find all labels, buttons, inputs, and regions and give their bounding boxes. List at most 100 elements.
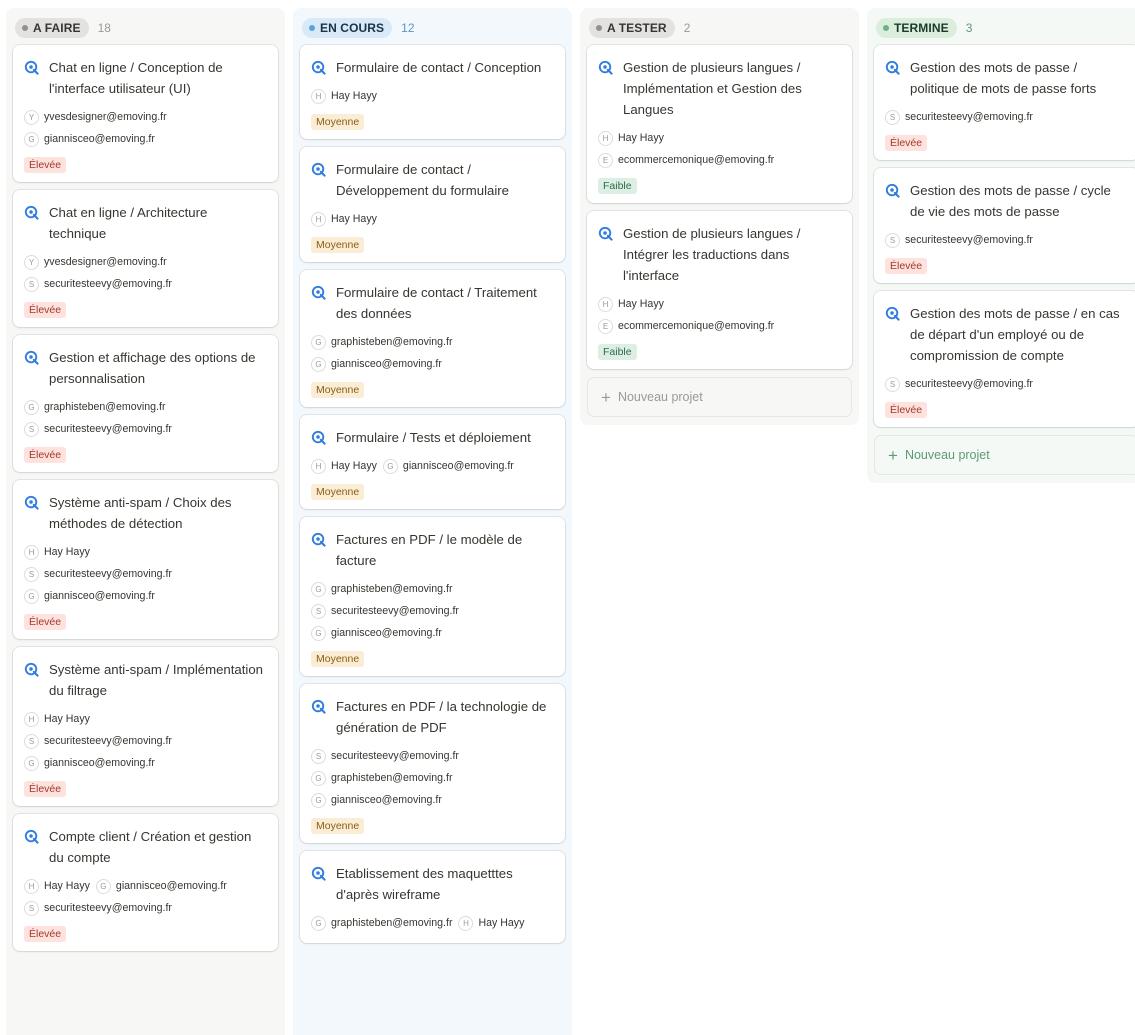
task-card[interactable]: Chat en ligne / Architecture technique Yy…: [13, 190, 278, 327]
task-card[interactable]: Formulaire de contact / Traitement des d…: [300, 270, 565, 407]
priority-wrap: Moyenne: [311, 107, 555, 130]
assignee[interactable]: H Hay Hayy: [311, 88, 377, 104]
card-title: Chat en ligne / Conception de l'interfac…: [24, 57, 268, 99]
new-project-button[interactable]: + Nouveau projet: [587, 377, 852, 417]
assignees: Ggraphisteben@emoving.fr Ssecuritesteevy@…: [24, 396, 268, 440]
column-header: A FAIRE 18: [13, 16, 278, 40]
card-title: Gestion de plusieurs langues / Implément…: [598, 57, 842, 120]
assignee[interactable]: Ggraphisteben@emoving.fr: [311, 915, 453, 931]
assignee[interactable]: Ggraphisteben@emoving.fr: [311, 334, 453, 350]
task-card[interactable]: Formulaire de contact / Conception H Hay H…: [300, 45, 565, 139]
assignee[interactable]: Ggraphisteben@emoving.fr: [311, 581, 453, 597]
task-card[interactable]: Système anti-spam / Choix des méthodes d…: [13, 480, 278, 639]
priority-badge: Élevée: [885, 402, 928, 418]
assignee[interactable]: H Hay Hayy: [458, 915, 524, 931]
assignee-row: Ssecuritesteevy@emoving.fr: [311, 745, 555, 767]
card-title: Formulaire / Tests et déploiement: [311, 427, 555, 448]
priority-wrap: Élevée: [24, 440, 268, 463]
assignee-name: securitesteevy@emoving.fr: [44, 568, 172, 580]
task-card[interactable]: Gestion de plusieurs langues / Implément…: [587, 45, 852, 203]
assignee[interactable]: Ggiannisceo@emoving.fr: [311, 356, 442, 372]
task-card[interactable]: Chat en ligne / Conception de l'interfac…: [13, 45, 278, 182]
assignee[interactable]: Ssecuritesteevy@emoving.fr: [885, 232, 1033, 248]
assignee[interactable]: Ssecuritesteevy@emoving.fr: [24, 566, 172, 582]
assignee[interactable]: Ssecuritesteevy@emoving.fr: [311, 748, 459, 764]
task-card[interactable]: Factures en PDF / la technologie de géné…: [300, 684, 565, 843]
assignee[interactable]: Eecommercemonique@emoving.fr: [598, 318, 774, 334]
assignee[interactable]: Ssecuritesteevy@emoving.fr: [885, 109, 1033, 125]
status-pill[interactable]: EN COURS: [302, 18, 393, 38]
assignee[interactable]: Ssecuritesteevy@emoving.fr: [24, 276, 172, 292]
assignee[interactable]: H Hay Hayy: [24, 544, 90, 560]
assignee[interactable]: Ggraphisteben@emoving.fr: [311, 770, 452, 786]
status-pill[interactable]: TERMINE: [876, 18, 957, 38]
assignee[interactable]: Ssecuritesteevy@emoving.fr: [885, 376, 1033, 392]
assignee[interactable]: H Hay Hayy: [311, 458, 377, 474]
card-title-text: Compte client / Création et gestion du c…: [49, 829, 252, 865]
assignee-name: ecommercemonique@emoving.fr: [618, 154, 775, 166]
avatar: G: [311, 356, 326, 372]
priority-badge: Moyenne: [311, 114, 365, 130]
assignee[interactable]: H Hay Hayy: [598, 296, 664, 312]
assignee[interactable]: Yyvesdesigner@emoving.fr: [24, 254, 167, 270]
assignee-name: giannisceo@emoving.fr: [331, 794, 442, 806]
assignee-name: graphisteben@emoving.fr: [331, 917, 453, 929]
assignee[interactable]: Eecommercemonique@emoving.fr: [598, 152, 775, 168]
priority-wrap: Moyenne: [311, 477, 555, 500]
card-count: 3: [965, 21, 973, 35]
card-title: Chat en ligne / Architecture technique: [24, 202, 268, 244]
task-card[interactable]: Gestion de plusieurs langues / Intégrer …: [587, 211, 852, 369]
status-pill[interactable]: A TESTER: [589, 18, 675, 38]
task-card[interactable]: Gestion et affichage des options de pers…: [13, 335, 278, 472]
avatar: G: [24, 399, 39, 415]
task-card[interactable]: Gestion des mots de passe / cycle de vie…: [874, 168, 1135, 283]
avatar: H: [24, 711, 39, 727]
assignee-name: Hay Hayy: [44, 713, 90, 725]
task-card[interactable]: Compte client / Création et gestion du c…: [13, 814, 278, 951]
target-icon: [311, 285, 326, 300]
avatar: G: [24, 131, 39, 147]
assignee[interactable]: Ssecuritesteevy@emoving.fr: [311, 603, 459, 619]
avatar: H: [458, 915, 474, 931]
assignee[interactable]: H Hay Hayy: [24, 878, 90, 894]
target-icon: [311, 866, 326, 881]
assignee[interactable]: H Hay Hayy: [311, 211, 377, 227]
assignee[interactable]: Ggiannisceo@emoving.fr: [95, 878, 227, 894]
task-card[interactable]: Gestion des mots de passe / politique de…: [874, 45, 1135, 160]
priority-badge: Élevée: [885, 258, 928, 274]
assignee-name: graphisteben@emoving.fr: [331, 583, 453, 595]
task-card[interactable]: Système anti-spam / Implémentation du fi…: [13, 647, 278, 806]
assignee-row: Ggraphisteben@emoving.fr: [311, 767, 555, 789]
assignee[interactable]: Ggiannisceo@emoving.fr: [382, 458, 514, 474]
task-card[interactable]: Formulaire de contact / Développement du…: [300, 147, 565, 262]
assignee[interactable]: Ggiannisceo@emoving.fr: [24, 755, 155, 771]
assignee[interactable]: H Hay Hayy: [598, 130, 664, 146]
assignee[interactable]: H Hay Hayy: [24, 711, 90, 727]
card-title-text: Gestion des mots de passe / politique de…: [910, 60, 1097, 96]
assignee[interactable]: Ssecuritesteevy@emoving.fr: [24, 900, 172, 916]
assignee[interactable]: Ggiannisceo@emoving.fr: [311, 625, 442, 641]
task-card[interactable]: Factures en PDF / le modèle de facture Gg…: [300, 517, 565, 676]
assignee[interactable]: Ggraphisteben@emoving.fr: [24, 399, 165, 415]
task-card[interactable]: Etablissement des maquetttes d'après wir…: [300, 851, 565, 943]
task-card[interactable]: Gestion des mots de passe / en cas de dé…: [874, 291, 1135, 427]
status-pill[interactable]: A FAIRE: [15, 18, 89, 38]
card-title: Système anti-spam / Choix des méthodes d…: [24, 492, 268, 534]
assignee[interactable]: Ggiannisceo@emoving.fr: [311, 792, 442, 808]
new-project-button[interactable]: + Nouveau projet: [874, 435, 1135, 475]
assignee[interactable]: Ssecuritesteevy@emoving.fr: [24, 733, 172, 749]
assignee-row: H Hay Hayy: [311, 85, 555, 107]
assignee[interactable]: Ggiannisceo@emoving.fr: [24, 131, 155, 147]
target-icon: [311, 162, 326, 177]
assignee[interactable]: Ggiannisceo@emoving.fr: [24, 588, 155, 604]
assignee[interactable]: Ssecuritesteevy@emoving.fr: [24, 421, 172, 437]
avatar: S: [24, 733, 39, 749]
assignee-name: yvesdesigner@emoving.fr: [44, 111, 167, 123]
assignee[interactable]: Yyvesdesigner@emoving.fr: [24, 109, 167, 125]
task-card[interactable]: Formulaire / Tests et déploiement H Hay Ha…: [300, 415, 565, 509]
assignee-name: securitesteevy@emoving.fr: [44, 735, 172, 747]
assignee-row: Ssecuritesteevy@emoving.fr: [24, 897, 268, 919]
assignees: Ssecuritesteevy@emoving.fr: [885, 373, 1129, 395]
assignee-name: graphisteben@emoving.fr: [331, 336, 453, 348]
assignee-name: giannisceo@emoving.fr: [115, 880, 227, 892]
